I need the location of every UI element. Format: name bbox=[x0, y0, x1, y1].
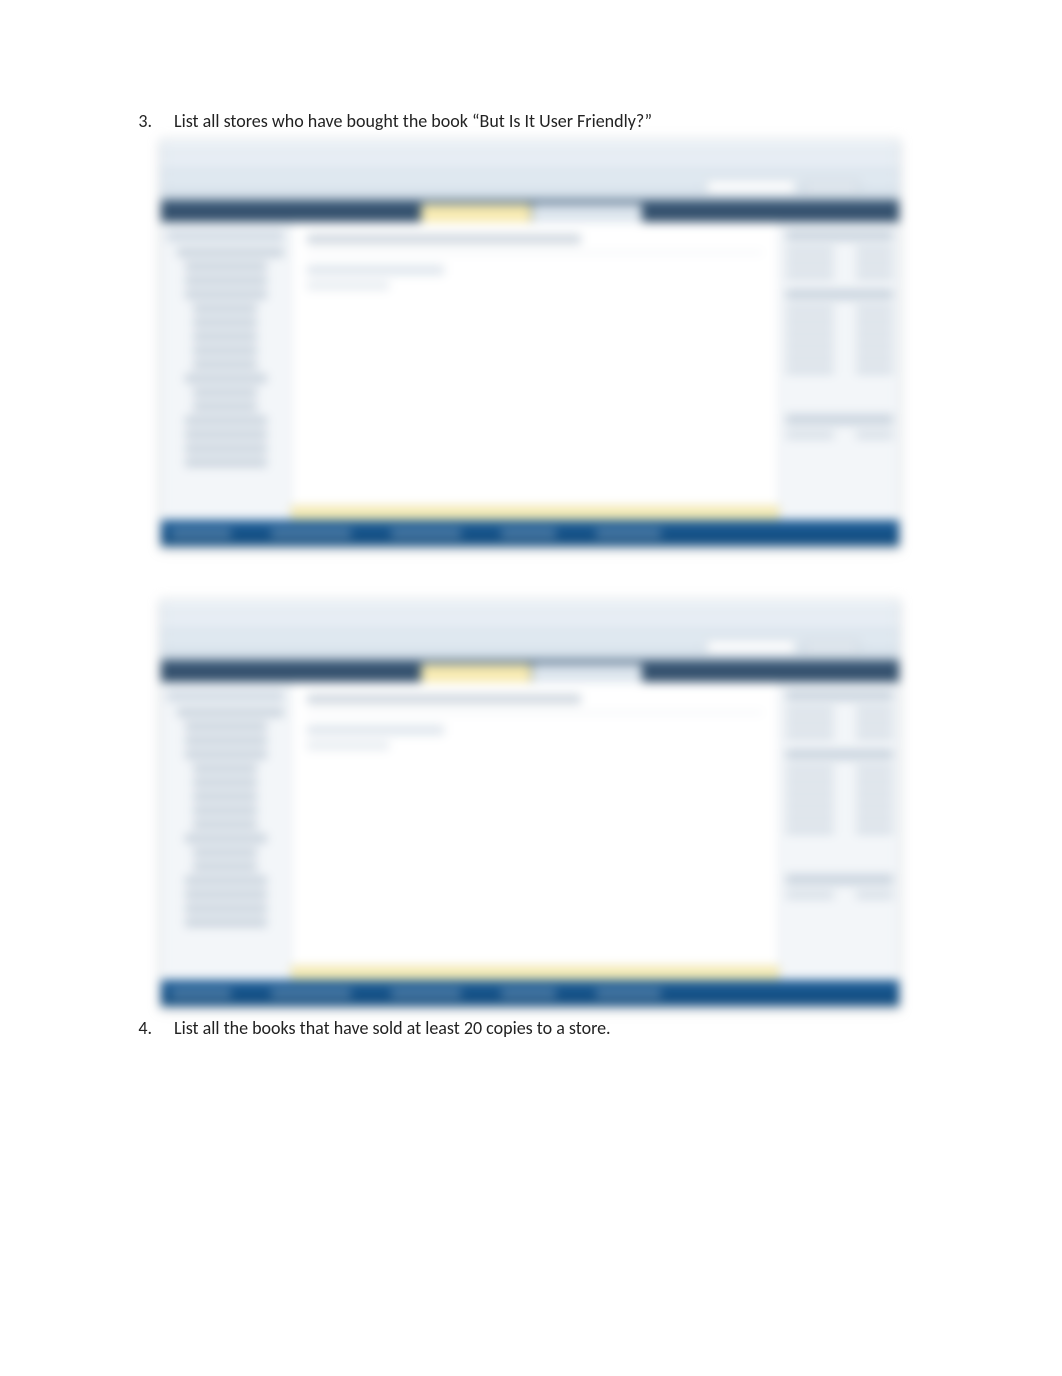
question-text: List all the books that have sold at lea… bbox=[174, 1017, 932, 1040]
question-number: 4. bbox=[130, 1017, 152, 1040]
inactive-tab bbox=[532, 204, 642, 222]
status-bar bbox=[161, 980, 899, 1006]
main-area bbox=[161, 222, 899, 520]
sql-management-studio-window bbox=[160, 139, 900, 549]
active-tab bbox=[421, 204, 531, 222]
active-tab bbox=[421, 664, 531, 682]
messages-bar bbox=[291, 506, 779, 520]
main-area bbox=[161, 682, 899, 980]
document-tabstrip bbox=[161, 200, 899, 222]
toolbar-field bbox=[706, 640, 796, 654]
object-explorer-panel bbox=[161, 682, 291, 980]
inactive-tab bbox=[532, 664, 642, 682]
screenshot-container bbox=[130, 599, 932, 1009]
window-titlebar bbox=[161, 600, 899, 614]
toolbar-button bbox=[804, 180, 859, 194]
document-tabstrip bbox=[161, 660, 899, 682]
status-bar bbox=[161, 520, 899, 546]
toolbar-field bbox=[706, 180, 796, 194]
screenshot-container bbox=[130, 139, 932, 549]
object-explorer-panel bbox=[161, 222, 291, 520]
window-toolbar bbox=[161, 634, 899, 660]
window-toolbar bbox=[161, 174, 899, 200]
query-editor-panel bbox=[291, 682, 779, 980]
window-menubar bbox=[161, 154, 899, 174]
question-item: 3. List all stores who have bought the b… bbox=[130, 110, 932, 133]
properties-panel bbox=[779, 682, 899, 980]
toolbar-button bbox=[804, 640, 859, 654]
messages-bar bbox=[291, 966, 779, 980]
document-page: 3. List all stores who have bought the b… bbox=[0, 0, 1062, 1041]
window-menubar bbox=[161, 614, 899, 634]
properties-panel bbox=[779, 222, 899, 520]
query-editor-panel bbox=[291, 222, 779, 520]
sql-management-studio-window bbox=[160, 599, 900, 1009]
question-number: 3. bbox=[130, 110, 152, 133]
question-text: List all stores who have bought the book… bbox=[174, 110, 932, 133]
question-item: 4. List all the books that have sold at … bbox=[130, 1017, 932, 1040]
window-titlebar bbox=[161, 140, 899, 154]
